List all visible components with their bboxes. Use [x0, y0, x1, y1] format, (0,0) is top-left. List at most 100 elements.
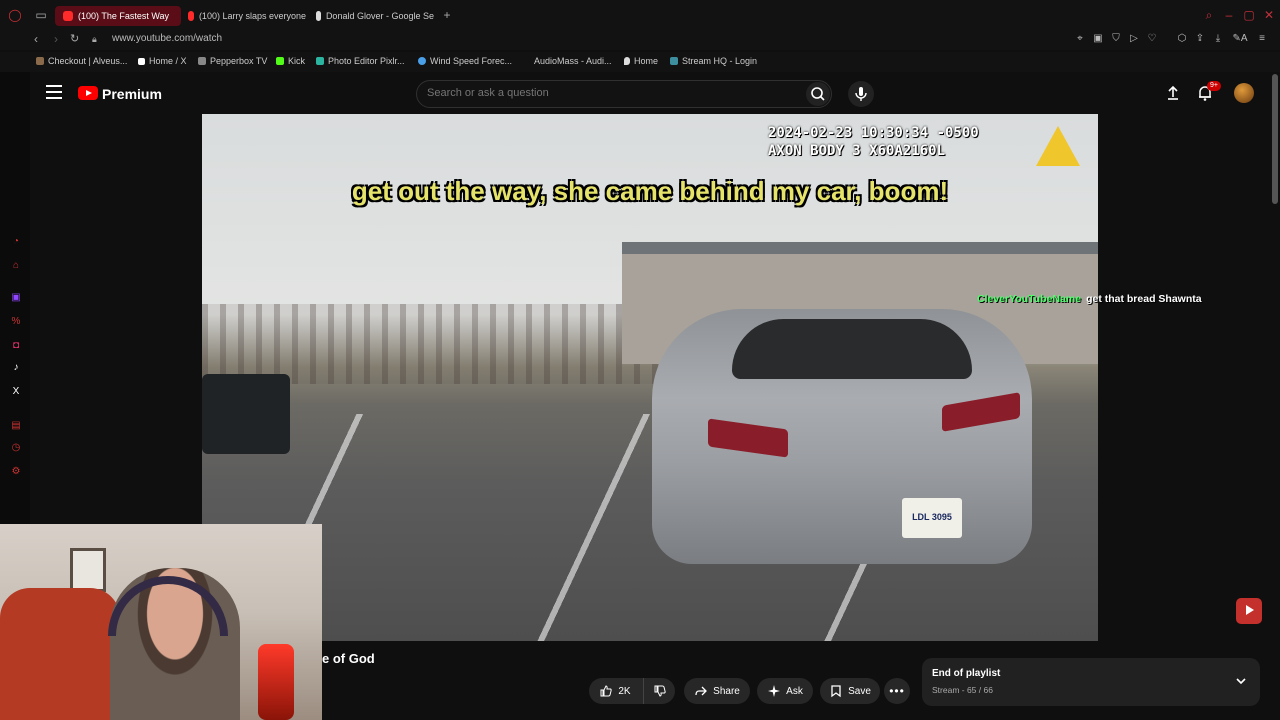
youtube-favicon-icon — [188, 11, 194, 21]
ask-button[interactable]: Ask — [757, 678, 813, 704]
bookmark-label: Checkout | Alveus... — [48, 56, 128, 66]
scrollbar-thumb[interactable] — [1272, 74, 1278, 204]
lock-icon: 🔒︎ — [92, 34, 97, 44]
minimize-icon[interactable]: – — [1222, 8, 1236, 22]
bookmark-label: Home / X — [149, 56, 187, 66]
tab-overview-icon[interactable]: ▭ — [34, 8, 48, 22]
tab-google-search[interactable]: Donald Glover - Google Se — [316, 6, 434, 26]
more-actions-button[interactable]: ••• — [884, 678, 910, 704]
instagram-icon[interactable]: ◘ — [10, 340, 22, 352]
extensions-icon[interactable]: ⬡ — [1176, 33, 1188, 45]
forward-icon[interactable]: › — [54, 32, 58, 46]
bookmark-stream-hq[interactable]: Stream HQ - Login — [670, 56, 757, 66]
bookmark-icon — [831, 685, 841, 698]
tab-label: Donald Glover - Google Se — [325, 11, 434, 21]
browser-tab-bar: ◯ ▭ (100) The Fastest Way (100) Larry sl… — [0, 0, 1280, 30]
tiktok-icon[interactable]: ♪ — [10, 362, 22, 374]
bag-icon[interactable]: ⌂ — [10, 260, 22, 272]
search-tabs-icon[interactable]: ⌕ — [1202, 8, 1216, 22]
x-logo-icon — [138, 57, 145, 65]
bookmark-label: Kick — [288, 56, 306, 66]
chevron-down-icon[interactable] — [1234, 674, 1248, 688]
bookmark-home[interactable]: Home — [624, 56, 658, 66]
share-page-icon[interactable]: ⇪ — [1194, 33, 1206, 45]
shield-icon[interactable]: ⛉ — [1110, 33, 1122, 45]
download-icon[interactable]: ⤓ — [1212, 33, 1224, 45]
video-truck — [202, 374, 290, 454]
video-trees — [202, 304, 662, 384]
chat-text: get that bread Shawnta — [1086, 293, 1202, 305]
maximize-icon[interactable]: ▢ — [1242, 8, 1256, 22]
chat-username: CleverYouTubeName — [977, 293, 1082, 305]
search-box[interactable] — [416, 80, 832, 108]
ask-label: Ask — [786, 685, 803, 697]
browser-logo-icon[interactable]: ◯ — [8, 8, 22, 22]
streamer-webcam — [0, 524, 322, 720]
share-label: Share — [713, 685, 740, 697]
pepperbox-icon — [198, 57, 206, 65]
bookmark-alveus[interactable]: Checkout | Alveus... — [36, 56, 127, 66]
dislike-button[interactable] — [643, 678, 675, 704]
settings-icon[interactable]: ⚙ — [10, 466, 22, 478]
search-button[interactable] — [806, 82, 830, 106]
youtube-header: Premium 9+ — [30, 72, 1270, 114]
bodycam-timestamp: 2024-02-23 10:30:34 -0500 AXON BODY 3 X6… — [768, 124, 979, 160]
pin-icon[interactable]: ⌖ — [1074, 33, 1086, 45]
sparkle-icon — [768, 685, 781, 697]
webcam-chair — [0, 588, 120, 720]
bookmark-pixlr[interactable]: Photo Editor Pixlr... — [316, 56, 405, 66]
create-button[interactable] — [1164, 84, 1182, 102]
search-input[interactable] — [427, 87, 787, 99]
thumbs-down-icon — [654, 685, 666, 697]
ai-icon[interactable]: ✎A — [1230, 33, 1250, 45]
snapshot-icon[interactable]: ▣ — [1092, 33, 1104, 45]
save-button[interactable]: Save — [820, 678, 880, 704]
tab-label: (100) The Fastest Way — [78, 11, 170, 21]
account-avatar[interactable] — [1234, 83, 1254, 103]
browser-menu-icon[interactable]: ≡ — [1256, 33, 1268, 45]
share-icon — [695, 686, 708, 696]
bookmark-label: Photo Editor Pixlr... — [328, 56, 405, 66]
playlist-progress: Stream - 65 / 66 — [932, 685, 993, 695]
speed-dial-icon[interactable]: ◔ — [10, 236, 22, 248]
tab-larry-slaps[interactable]: (100) Larry slaps everyone — [188, 6, 306, 26]
video-player[interactable]: LDL 3095 2024-02-23 10:30:34 -0500 AXON … — [202, 114, 1098, 641]
percent-icon[interactable]: % — [10, 316, 22, 328]
wallet-icon[interactable]: ▤ — [10, 420, 22, 432]
share-button[interactable]: Share — [684, 678, 750, 704]
tab-label: (100) Larry slaps everyone — [198, 11, 306, 21]
like-dislike-group: 2K — [589, 678, 675, 704]
bookmark-x-home[interactable]: Home / X — [138, 56, 187, 66]
bookmark-label: Stream HQ - Login — [682, 56, 758, 66]
youtube-logo-icon[interactable] — [78, 86, 98, 100]
like-button[interactable]: 2K — [589, 678, 641, 704]
bookmark-wind-speed[interactable]: Wind Speed Forec... — [418, 56, 512, 66]
video-caption: get out the way, she came behind my car,… — [351, 176, 949, 206]
google-favicon-icon — [316, 11, 321, 21]
subscribe-watermark-icon[interactable] — [1236, 598, 1262, 624]
new-tab-icon[interactable]: + — [440, 8, 454, 22]
menu-icon[interactable] — [46, 85, 62, 99]
page-scrollbar[interactable] — [1270, 72, 1280, 720]
chat-message: CleverYouTubeName get that bread Shawnta — [977, 293, 1202, 305]
webcam-wall-frame — [70, 548, 106, 592]
play-extension-icon[interactable]: ▷ — [1128, 33, 1140, 45]
twitch-icon[interactable]: ▣ — [10, 292, 22, 304]
youtube-premium-label: Premium — [102, 86, 162, 102]
reload-icon[interactable]: ↻ — [70, 32, 79, 45]
url-field[interactable]: www.youtube.com/watch — [112, 33, 222, 44]
x-icon[interactable]: X — [10, 386, 22, 398]
heart-icon[interactable]: ♡ — [1146, 33, 1158, 45]
microphone-icon — [855, 87, 867, 101]
search-icon — [811, 87, 825, 101]
back-icon[interactable]: ‹ — [34, 32, 38, 46]
bookmark-kick[interactable]: Kick — [276, 56, 305, 66]
close-window-icon[interactable]: ✕ — [1262, 8, 1276, 22]
bookmark-pepperbox[interactable]: Pepperbox TV — [198, 56, 267, 66]
voice-search-button[interactable] — [848, 81, 874, 107]
bookmark-audiomass[interactable]: AudioMass - Audi... — [534, 56, 612, 66]
playlist-panel[interactable]: End of playlist Stream - 65 / 66 — [922, 658, 1260, 706]
history-icon[interactable]: ◷ — [10, 442, 22, 454]
license-plate: LDL 3095 — [902, 498, 962, 538]
tab-fastest-way[interactable]: (100) The Fastest Way — [55, 6, 181, 26]
